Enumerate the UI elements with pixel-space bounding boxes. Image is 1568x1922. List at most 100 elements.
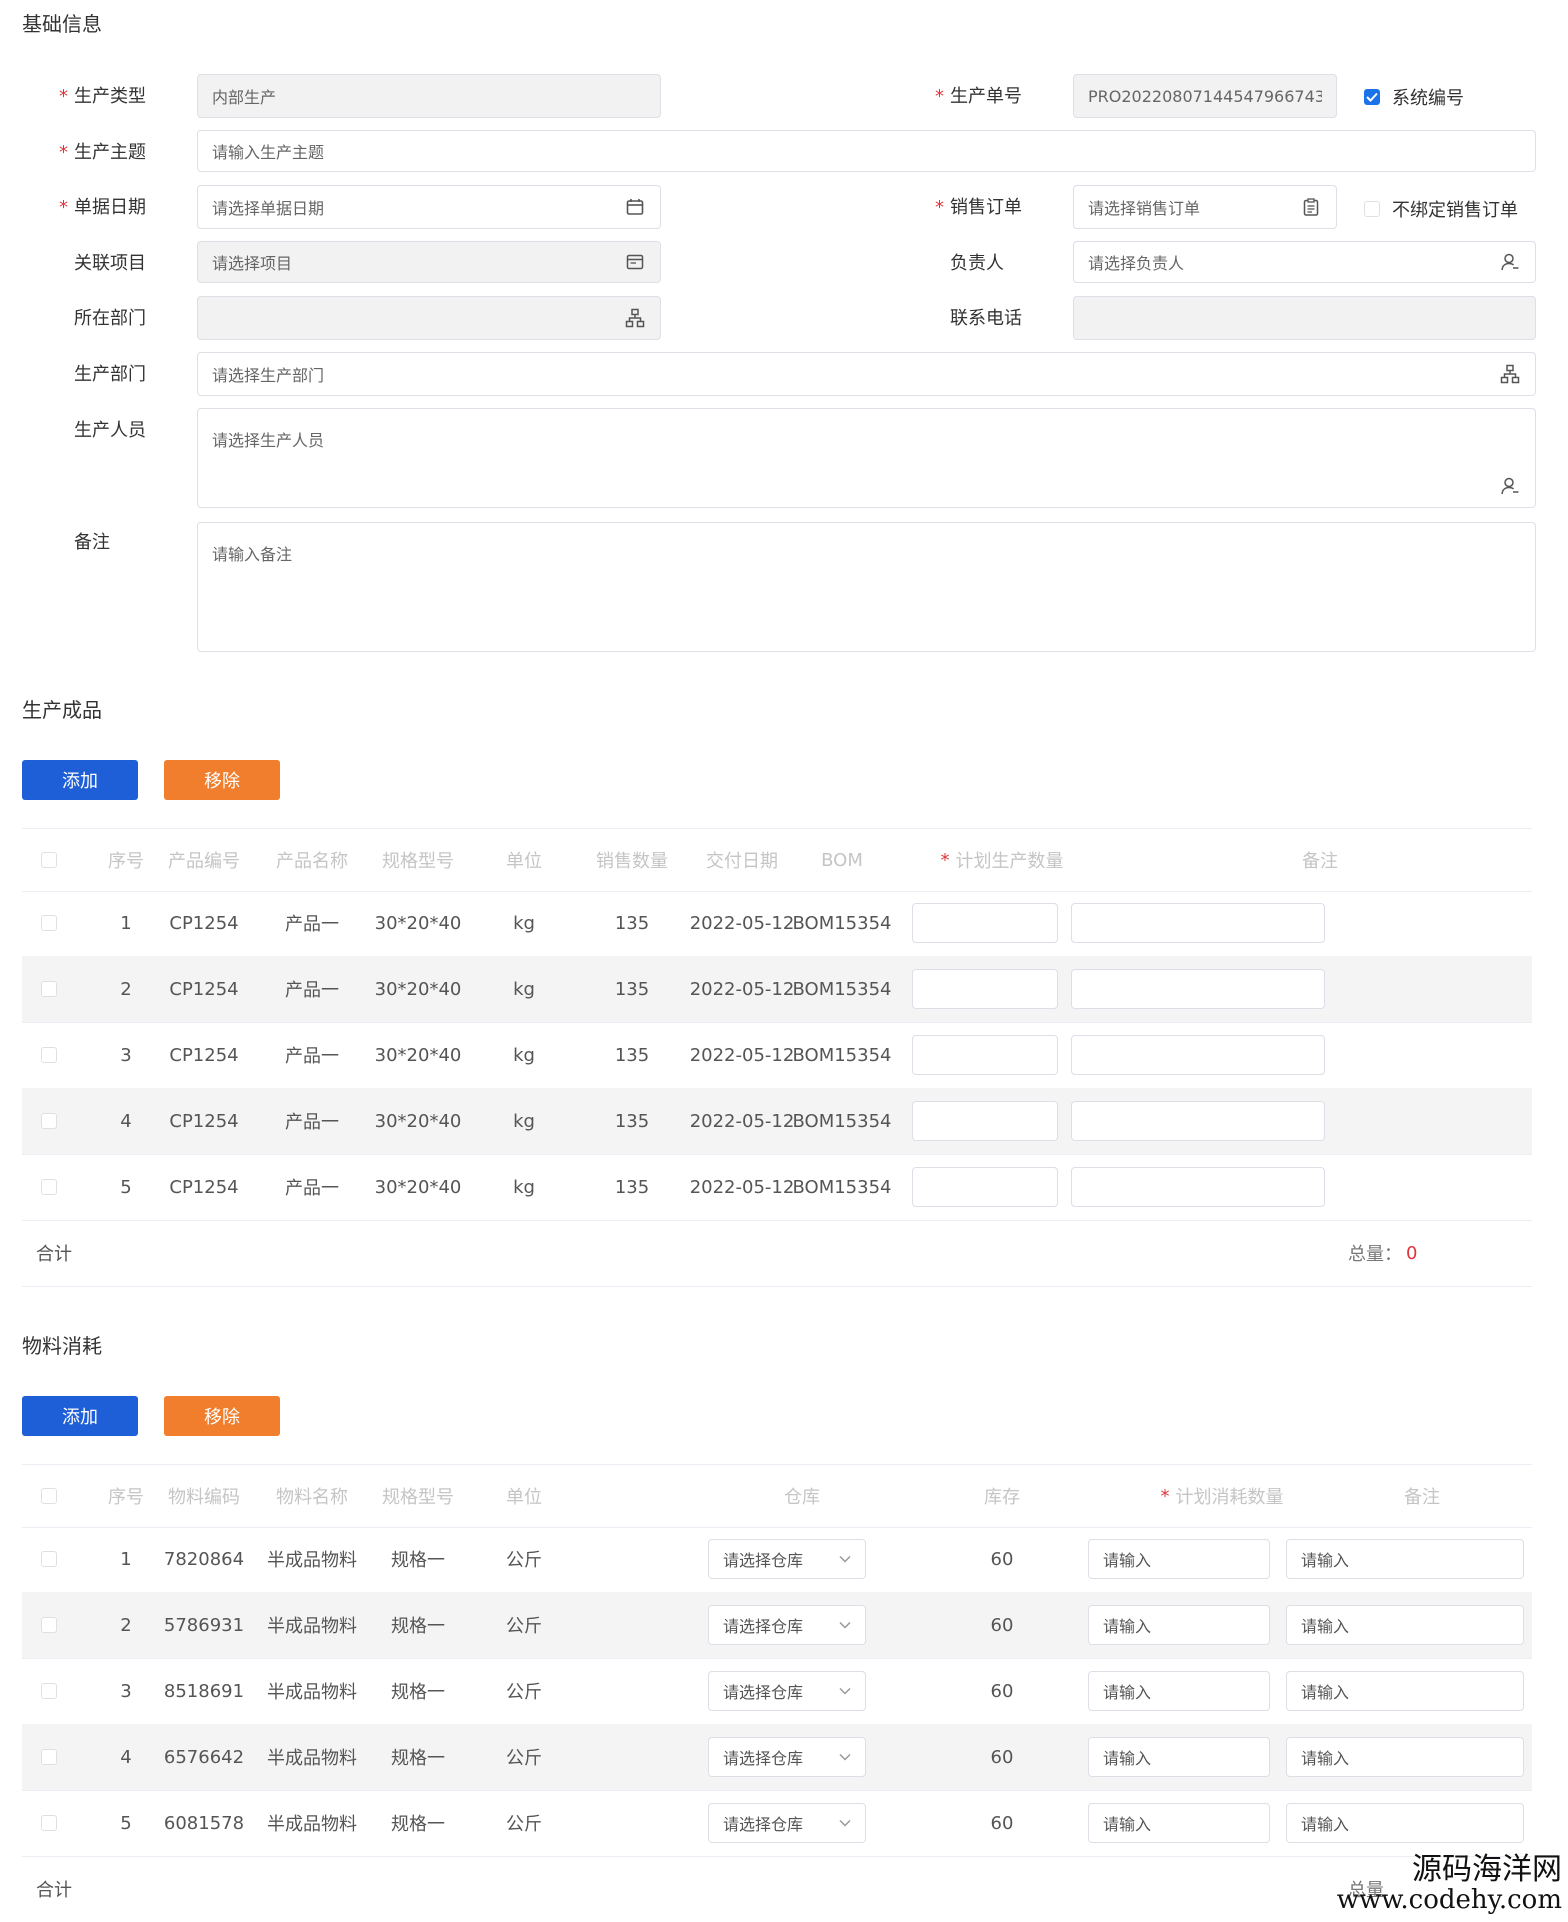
warehouse-select[interactable]: 请选择仓库 (708, 1803, 866, 1843)
material-spec-cell: 规格一 (391, 1748, 445, 1769)
materials-section-title: 物料消耗 (22, 1334, 102, 1358)
input-placeholder: 请输入 (1103, 1683, 1152, 1702)
sales-order-select[interactable]: 请选择销售订单 (1073, 185, 1337, 229)
row-checkbox[interactable] (41, 1815, 57, 1831)
material-stock-cell: 60 (990, 1680, 1014, 1702)
product-name-cell: 产品一 (285, 1178, 339, 1199)
add-product-button[interactable]: 添加 (22, 760, 138, 800)
remark-input[interactable]: 请输入 (1286, 1671, 1524, 1711)
plan-consume-qty-input[interactable]: 请输入 (1088, 1671, 1270, 1711)
user-icon (1499, 251, 1521, 273)
department-label: 所在部门 (74, 308, 146, 329)
row-checkbox[interactable] (41, 1551, 57, 1567)
calendar-icon (624, 196, 646, 218)
remark-input[interactable] (1071, 1167, 1325, 1207)
input-placeholder: 请输入 (1301, 1551, 1350, 1570)
material-stock-cell: 60 (990, 1812, 1014, 1834)
products-col-header: 规格型号 (382, 851, 454, 872)
row-checkbox[interactable] (41, 1113, 57, 1129)
system-number-checkbox[interactable]: 系统编号 (1364, 84, 1464, 110)
materials-select-all-checkbox[interactable] (41, 1488, 57, 1504)
remove-product-button[interactable]: 移除 (164, 760, 280, 800)
row-checkbox[interactable] (41, 1047, 57, 1063)
phone-input[interactable] (1073, 296, 1536, 340)
table-row: 4 CP1254 产品一 30*20*40 kg 135 2022-05-12 BOM1535… (22, 1088, 1532, 1155)
plan-consume-qty-input[interactable]: 请输入 (1088, 1539, 1270, 1579)
chevron-down-icon (839, 1816, 851, 1830)
product-spec-cell: 30*20*40 (374, 912, 462, 934)
project-select[interactable]: 请选择项目 (197, 241, 661, 283)
add-material-button[interactable]: 添加 (22, 1396, 138, 1436)
basic-info-title: 基础信息 (22, 12, 102, 36)
remark-input[interactable]: 请输入 (1286, 1605, 1524, 1645)
products-col-header: 产品编号 (168, 851, 240, 872)
product-qty-cell: 135 (614, 1176, 650, 1198)
unbind-sales-order-checkbox[interactable]: 不绑定销售订单 (1364, 196, 1518, 222)
materials-col-header: 单位 (506, 1487, 542, 1508)
plan-qty-input[interactable] (912, 1167, 1058, 1207)
product-unit-cell: kg (513, 1110, 535, 1132)
department-input[interactable] (197, 296, 661, 340)
materials-col-header: 库存 (984, 1487, 1020, 1508)
remark-input[interactable]: 请输入 (1286, 1737, 1524, 1777)
remark-input[interactable] (1071, 1101, 1325, 1141)
production-no-label: * 生产单号 (935, 86, 1022, 107)
production-type-select[interactable]: 内部生产 (197, 74, 661, 118)
prod-staff-select[interactable]: 请选择生产人员 (197, 408, 1536, 508)
remark-input[interactable] (1071, 1035, 1325, 1075)
row-checkbox-cell (22, 1724, 76, 1790)
plan-qty-input[interactable] (912, 1101, 1058, 1141)
plan-consume-qty-input[interactable]: 请输入 (1088, 1803, 1270, 1843)
table-row: 3 8518691 半成品物料 规格一 公斤 60 请选择仓库 请输入 请输入 (22, 1658, 1532, 1725)
row-checkbox[interactable] (41, 1683, 57, 1699)
remove-material-button[interactable]: 移除 (164, 1396, 280, 1436)
product-code-cell: CP1254 (169, 1176, 239, 1198)
row-checkbox[interactable] (41, 1179, 57, 1195)
remark-textarea[interactable]: 请输入备注 (197, 522, 1536, 652)
plan-qty-input[interactable] (912, 1035, 1058, 1075)
product-unit-cell: kg (513, 1176, 535, 1198)
warehouse-select[interactable]: 请选择仓库 (708, 1671, 866, 1711)
warehouse-select[interactable]: 请选择仓库 (708, 1605, 866, 1645)
input-placeholder: 请输入 (1301, 1815, 1350, 1834)
plan-consume-qty-input[interactable]: 请输入 (1088, 1605, 1270, 1645)
product-name-cell: 产品一 (285, 1112, 339, 1133)
plan-qty-input[interactable] (912, 903, 1058, 943)
warehouse-select[interactable]: 请选择仓库 (708, 1737, 866, 1777)
material-name-cell: 半成品物料 (267, 1682, 357, 1703)
row-checkbox-cell (22, 1526, 76, 1592)
products-select-all-checkbox-cell (22, 829, 76, 891)
chevron-down-icon (839, 1750, 851, 1764)
table-row: 2 5786931 半成品物料 规格一 公斤 60 请选择仓库 请输入 请输入 (22, 1592, 1532, 1659)
plan-qty-input[interactable] (912, 969, 1058, 1009)
owner-select[interactable]: 请选择负责人 (1073, 241, 1536, 283)
remark-input[interactable] (1071, 969, 1325, 1009)
products-col-header: 销售数量 (596, 851, 668, 872)
warehouse-select[interactable]: 请选择仓库 (708, 1539, 866, 1579)
product-code-cell: CP1254 (169, 1110, 239, 1132)
materials-col-header: 仓库 (784, 1487, 820, 1508)
production-no-input[interactable]: PRO20220807144547966743 (1073, 74, 1337, 118)
remark-input[interactable]: 请输入 (1286, 1539, 1524, 1579)
plan-consume-qty-input[interactable]: 请输入 (1088, 1737, 1270, 1777)
chevron-down-icon (839, 1552, 851, 1566)
products-select-all-checkbox[interactable] (41, 852, 57, 868)
row-checkbox[interactable] (41, 1749, 57, 1765)
doc-date-label: * 单据日期 (59, 197, 146, 218)
subject-input[interactable]: 请输入生产主题 (197, 130, 1536, 172)
watermark: 源码海洋网 www.codehy.com (1337, 1854, 1562, 1915)
table-row: 1 7820864 半成品物料 规格一 公斤 60 请选择仓库 请输入 请输入 (22, 1526, 1532, 1593)
warehouse-placeholder: 请选择仓库 (723, 1749, 804, 1768)
material-unit-cell: 公斤 (506, 1550, 542, 1571)
material-stock-cell: 60 (990, 1548, 1014, 1570)
remark-input[interactable]: 请输入 (1286, 1803, 1524, 1843)
row-checkbox-cell (22, 1658, 76, 1724)
prod-department-select[interactable]: 请选择生产部门 (197, 352, 1536, 396)
row-checkbox[interactable] (41, 981, 57, 997)
row-checkbox[interactable] (41, 1617, 57, 1633)
row-checkbox[interactable] (41, 915, 57, 931)
remark-input[interactable] (1071, 903, 1325, 943)
materials-col-header: 备注 (1404, 1487, 1440, 1508)
doc-date-picker[interactable]: 请选择单据日期 (197, 185, 661, 229)
org-tree-icon (624, 307, 646, 329)
